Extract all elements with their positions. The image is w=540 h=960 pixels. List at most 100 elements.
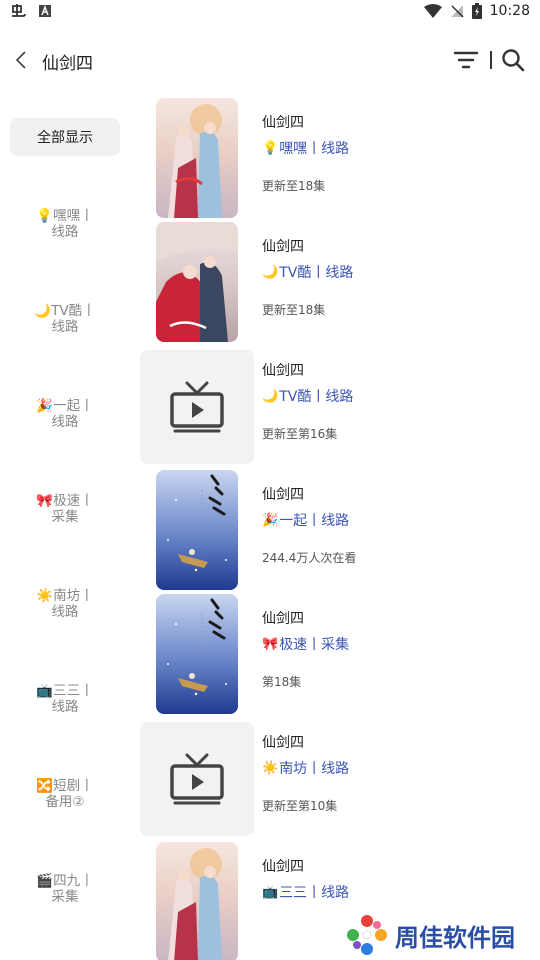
result-source: 🌙 TV酷丨线路 xyxy=(262,262,353,282)
moon-icon: 🌙 xyxy=(34,303,52,319)
sidebar-item-label-line2: 线路 xyxy=(51,319,79,335)
list-item[interactable]: 仙剑四 🎉 一起丨线路 244.4万人次在看 xyxy=(136,468,540,592)
sidebar-item-tvku[interactable]: 🌙TV酷丨 线路 xyxy=(0,303,130,347)
result-status: 更新至第16集 xyxy=(262,427,338,441)
sidebar-item-yiqi[interactable]: 🎉一起丨 线路 xyxy=(0,398,130,442)
result-source: ☀️ 南坊丨线路 xyxy=(262,758,349,778)
status-bar-right: 10:28 xyxy=(423,3,530,19)
sidebar-item-nanfang[interactable]: ☀️南坊丨 线路 xyxy=(0,588,130,632)
result-title: 仙剑四 xyxy=(262,735,304,751)
sun-icon: ☀️ xyxy=(36,588,54,604)
source-sidebar: 全部显示 💡嘿嘿丨 线路 🌙TV酷丨 线路 🎉一起丨 线路 🎀极速丨 采集 ☀️… xyxy=(0,84,130,960)
clapperboard-icon: 🎬 xyxy=(36,873,54,889)
result-source-label: 一起丨线路 xyxy=(279,513,350,529)
sidebar-item-label: 嘿嘿丨 xyxy=(53,208,94,224)
tv-play-icon xyxy=(170,753,224,805)
result-title: 仙剑四 xyxy=(262,115,304,131)
sidebar-item-all[interactable]: 全部显示 xyxy=(10,118,120,156)
result-source: 🎀 极速丨采集 xyxy=(262,634,349,654)
ribbon-icon: 🎀 xyxy=(262,636,279,652)
search-icon xyxy=(502,49,525,72)
sidebar-item-label: TV酷丨 xyxy=(51,303,96,319)
sidebar-item-label-line2: 线路 xyxy=(51,224,79,240)
sidebar-item-label-line2: 采集 xyxy=(51,509,79,525)
result-title: 仙剑四 xyxy=(262,611,304,627)
poster-placeholder xyxy=(140,350,254,464)
result-source: 🎉 一起丨线路 xyxy=(262,510,349,530)
result-source-label: 南坊丨线路 xyxy=(279,761,350,777)
result-source-label: 三三丨线路 xyxy=(279,885,350,901)
status-bar-left xyxy=(10,3,52,19)
list-item[interactable]: 仙剑四 🌙 TV酷丨线路 更新至18集 xyxy=(136,220,540,344)
party-popper-icon: 🎉 xyxy=(262,512,279,528)
page-title: 仙剑四 xyxy=(42,54,93,74)
sidebar-item-label: 四九丨 xyxy=(53,873,94,889)
poster-image xyxy=(156,594,238,714)
app-notification-icon xyxy=(12,4,26,17)
tv-play-icon xyxy=(170,381,224,433)
sidebar-item-heihei[interactable]: 💡嘿嘿丨 线路 xyxy=(0,208,130,252)
list-item[interactable]: 仙剑四 🎀 极速丨采集 第18集 xyxy=(136,592,540,716)
result-title: 仙剑四 xyxy=(262,487,304,503)
status-time: 10:28 xyxy=(489,3,530,19)
party-popper-icon: 🎉 xyxy=(36,398,54,414)
sidebar-item-label-line2: 线路 xyxy=(51,604,79,620)
sidebar-item-label: 三三丨 xyxy=(53,683,94,699)
result-title: 仙剑四 xyxy=(262,239,304,255)
battery-icon xyxy=(471,3,482,19)
sidebar-item-label: 南坊丨 xyxy=(53,588,94,604)
sidebar-item-sansan[interactable]: 📺三三丨 线路 xyxy=(0,683,130,727)
list-item[interactable]: 仙剑四 🌙 TV酷丨线路 更新至第16集 xyxy=(136,344,540,468)
sidebar-item-sijiu[interactable]: 🎬四九丨 采集 xyxy=(0,873,130,917)
shuffle-icon: 🔀 xyxy=(36,778,54,794)
result-status: 更新至18集 xyxy=(262,179,326,193)
top-app-bar: 仙剑四 xyxy=(0,36,540,84)
sidebar-item-label-line2: 线路 xyxy=(51,699,79,715)
moon-icon: 🌙 xyxy=(262,264,279,280)
poster-placeholder xyxy=(140,722,254,836)
chevron-left-icon xyxy=(15,51,26,69)
sidebar-item-label: 极速丨 xyxy=(53,493,94,509)
tv-icon: 📺 xyxy=(36,683,54,699)
watermark-text: 周佳软件园 xyxy=(395,923,515,952)
watermark: 周佳软件园 xyxy=(345,912,535,958)
poster-image xyxy=(156,222,238,342)
no-signal-icon xyxy=(450,5,464,18)
sidebar-item-label: 一起丨 xyxy=(53,398,94,414)
result-source-label: TV酷丨线路 xyxy=(279,265,354,281)
result-status: 更新至18集 xyxy=(262,303,326,317)
list-item[interactable]: 仙剑四 💡 嘿嘿丨线路 更新至18集 xyxy=(136,96,540,220)
bulb-icon: 💡 xyxy=(36,208,54,224)
sidebar-item-duanju[interactable]: 🔀短剧丨 备用② xyxy=(0,778,130,822)
result-title: 仙剑四 xyxy=(262,859,304,875)
search-button[interactable] xyxy=(500,47,526,73)
font-notification-icon xyxy=(39,5,51,17)
result-source-label: 极速丨采集 xyxy=(279,637,350,653)
result-title: 仙剑四 xyxy=(262,363,304,379)
filter-icon xyxy=(453,51,479,69)
poster-image xyxy=(156,842,238,960)
result-source: 🌙 TV酷丨线路 xyxy=(262,386,353,406)
result-source-label: TV酷丨线路 xyxy=(279,389,354,405)
poster-image xyxy=(156,98,238,218)
result-status: 第18集 xyxy=(262,675,302,689)
toolbar-divider xyxy=(490,51,492,69)
ribbon-icon: 🎀 xyxy=(36,493,54,509)
sidebar-all-label: 全部显示 xyxy=(37,130,93,146)
poster-image xyxy=(156,470,238,590)
result-status: 244.4万人次在看 xyxy=(262,551,357,565)
sidebar-item-label-line2: 采集 xyxy=(51,889,79,905)
back-button[interactable] xyxy=(8,46,34,74)
bulb-icon: 💡 xyxy=(262,140,279,156)
result-source-label: 嘿嘿丨线路 xyxy=(279,141,350,157)
sidebar-item-jisu[interactable]: 🎀极速丨 采集 xyxy=(0,493,130,537)
list-item[interactable]: 仙剑四 ☀️ 南坊丨线路 更新至第10集 xyxy=(136,716,540,840)
wifi-icon xyxy=(423,4,442,18)
sidebar-item-label-line2: 备用② xyxy=(45,794,85,810)
tv-icon: 📺 xyxy=(262,884,279,900)
sidebar-item-label: 短剧丨 xyxy=(53,778,94,794)
sidebar-item-label-line2: 线路 xyxy=(51,414,79,430)
result-source: 📺 三三丨线路 xyxy=(262,882,349,902)
filter-button[interactable] xyxy=(452,48,480,72)
status-bar: 10:28 xyxy=(0,0,540,24)
